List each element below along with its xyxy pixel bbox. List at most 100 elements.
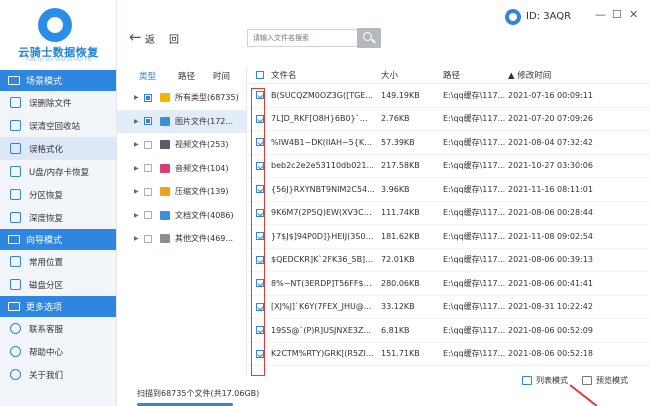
file-size: 181.62KB <box>381 231 420 241</box>
category-item[interactable]: ▶ 压缩文件(139) <box>117 180 246 204</box>
user-avatar-icon[interactable] <box>505 9 521 25</box>
category-item[interactable]: ▶ 图片文件(172... <box>117 109 246 133</box>
disk-icon <box>10 279 21 290</box>
file-path: E:\qq缓存\117... <box>443 278 505 288</box>
sidebar-item-contact-support[interactable]: 联系客服 <box>0 317 116 340</box>
return-button[interactable]: 回 <box>169 31 179 46</box>
file-size: 151.71KB <box>381 349 420 359</box>
toolbar: ← 返 回 ID: 3AQR — ☐ ✕ <box>117 0 650 70</box>
folder-icon <box>160 163 170 173</box>
tab-path[interactable]: 路径 <box>178 70 195 82</box>
column-modified-time[interactable]: ▲ 修改时间 <box>505 69 615 81</box>
category-item[interactable]: ▶ 文档文件(4086) <box>117 204 246 228</box>
category-checkbox[interactable] <box>144 117 152 126</box>
location-icon <box>10 256 21 267</box>
table-row[interactable]: 7L]D_RKF[O8H}6B0}`W[J... 2.76KB E:\qq缓存\11… <box>247 108 650 131</box>
section-more-options: 更多选项 <box>0 296 116 317</box>
preview-mode-button[interactable]: 预览模式 <box>582 375 628 386</box>
sidebar: 云骑士数据恢复 YUN QI SHI SHU JU HUI FU 场景模式 误删… <box>0 0 117 406</box>
expand-arrow-icon[interactable]: ▶ <box>134 165 144 172</box>
close-button[interactable]: ✕ <box>629 8 638 21</box>
table-row[interactable]: 8%~NT(3ERDP]T56FF$Z... 280.06KB E:\qq缓存\11… <box>247 272 650 296</box>
sidebar-item-about[interactable]: 关于我们 <box>0 363 116 386</box>
table-row[interactable]: 9K6M7(2P5Q)EW(XV3C`... 111.74KB E:\qq缓存\11… <box>247 202 650 225</box>
table-row[interactable]: B(SUCQZM0OZ3G([TGE... 149.19KB E:\qq缓存\117… <box>247 84 650 108</box>
sort-arrow-icon: ▲ <box>508 70 515 81</box>
preview-mode-label: 预览模式 <box>596 376 628 385</box>
table-row[interactable]: $QEDCKR]K`2FK36_5B]E... 72.01KB E:\qq缓存\11… <box>247 249 650 272</box>
search-button[interactable] <box>357 28 381 48</box>
expand-arrow-icon[interactable]: ▶ <box>134 212 144 219</box>
preview-view-icon <box>582 376 592 385</box>
sidebar-item-disk-partition[interactable]: 磁盘分区 <box>0 273 116 296</box>
sidebar-item-label: 深度恢复 <box>29 213 64 224</box>
table-row[interactable]: beb2c2e2e53110db021... 217.58KB E:\qq缓存\11… <box>247 155 650 178</box>
table-row[interactable]: %IW4B1~DK(IIAH~5{KH... 57.39KB E:\qq缓存\117… <box>247 131 650 155</box>
format-disk-icon <box>10 143 21 154</box>
sidebar-item-usb-card[interactable]: U盘/内存卡恢复 <box>0 160 116 183</box>
file-path: E:\qq缓存\117... <box>443 231 505 241</box>
expand-arrow-icon[interactable]: ▶ <box>134 141 144 148</box>
file-modified-time: 2021-07-20 07:09:26 <box>508 114 593 124</box>
list-mode-button[interactable]: 列表模式 <box>522 375 568 386</box>
category-checkbox[interactable] <box>144 164 152 173</box>
tab-type[interactable]: 类型 <box>139 70 156 82</box>
column-name[interactable]: 文件名 <box>265 69 375 81</box>
sidebar-item-recycle-bin[interactable]: 误清空回收站 <box>0 114 116 137</box>
file-modified-time: 2021-11-08 09:02:54 <box>508 231 593 241</box>
table-row[interactable]: 19SS@`(P)R]USJNXE3Z... 6.81KB E:\qq缓存\117.… <box>247 319 650 343</box>
file-size: 57.39KB <box>381 137 415 147</box>
sidebar-item-label: U盘/内存卡恢复 <box>29 167 90 178</box>
category-checkbox[interactable] <box>144 187 152 196</box>
back-button[interactable]: 返 <box>145 31 155 46</box>
file-modified-time: 2021-08-06 00:52:09 <box>508 325 593 335</box>
sidebar-item-label: 常用位置 <box>29 257 64 268</box>
table-row[interactable]: }7$J$]94P0D]}HEIJ(3S0R... 181.62KB E:\qq缓存… <box>247 225 650 249</box>
category-checkbox[interactable] <box>144 140 152 149</box>
category-item[interactable]: ▶ 所有类型(68735) <box>117 86 246 110</box>
sidebar-item-label: 误格式化 <box>29 144 64 155</box>
sidebar-item-partition[interactable]: 分区恢复 <box>0 183 116 206</box>
expand-arrow-icon[interactable]: ▶ <box>134 94 144 101</box>
sidebar-item-deleted-files[interactable]: 误删除文件 <box>0 91 116 114</box>
file-size: 72.01KB <box>381 255 415 265</box>
file-path: E:\qq缓存\117... <box>443 349 505 359</box>
tab-time[interactable]: 时间 <box>213 70 230 82</box>
sidebar-item-common-location[interactable]: 常用位置 <box>0 250 116 273</box>
file-rows: B(SUCQZM0OZ3G([TGE... 149.19KB E:\qq缓存\117… <box>247 84 650 366</box>
category-item[interactable]: ▶ 音频文件(104) <box>117 157 246 181</box>
file-path: E:\qq缓存\117... <box>443 137 505 147</box>
category-list: ▶ 所有类型(68735) ▶ 图片文件(172... ▶ 视频文件(253) ▶ 音频文件(… <box>117 86 246 251</box>
table-row[interactable]: [XJ%J]`K6Y(7FEX_JHU@... 33.12KB E:\qq缓存\11… <box>247 296 650 319</box>
maximize-button[interactable]: ☐ <box>612 8 622 21</box>
folder-icon <box>160 116 170 126</box>
file-path: E:\qq缓存\117... <box>443 208 505 218</box>
user-id: ID: 3AQR <box>526 11 572 22</box>
minimize-button[interactable]: — <box>595 8 606 21</box>
column-path[interactable]: 路径 <box>437 69 505 81</box>
sidebar-item-format[interactable]: 误格式化 <box>0 137 116 160</box>
file-modified-time: 2021-10-27 03:30:06 <box>508 161 593 171</box>
table-row[interactable]: K2CTM%RTY)GRK[(R5ZI... 151.71KB E:\qq缓存\11… <box>247 343 650 366</box>
expand-arrow-icon[interactable]: ▶ <box>134 118 144 125</box>
file-name: {56J}RXYNBT9NIM2C54... <box>271 184 375 194</box>
category-label: 所有类型(68735) <box>175 93 239 103</box>
expand-arrow-icon[interactable]: ▶ <box>134 188 144 195</box>
column-size[interactable]: 大小 <box>375 69 437 81</box>
partition-icon <box>10 189 21 200</box>
select-all-checkbox[interactable] <box>256 70 264 79</box>
category-item[interactable]: ▶ 其他文件(469... <box>117 227 246 251</box>
table-row[interactable]: {56J}RXYNBT9NIM2C54... 3.96KB E:\qq缓存\117.… <box>247 178 650 202</box>
category-item[interactable]: ▶ 视频文件(253) <box>117 133 246 157</box>
file-path: E:\qq缓存\117... <box>443 302 505 312</box>
category-checkbox[interactable] <box>144 234 152 243</box>
expand-arrow-icon[interactable]: ▶ <box>134 235 144 242</box>
app-logo-icon <box>38 8 72 42</box>
back-arrow-icon[interactable]: ← <box>129 28 142 46</box>
search-input[interactable] <box>247 29 357 47</box>
category-checkbox[interactable] <box>144 211 152 220</box>
file-name: K2CTM%RTY)GRK[(R5ZI... <box>271 349 374 359</box>
sidebar-item-deep[interactable]: 深度恢复 <box>0 206 116 229</box>
sidebar-item-help[interactable]: 帮助中心 <box>0 340 116 363</box>
category-checkbox[interactable] <box>144 93 152 102</box>
